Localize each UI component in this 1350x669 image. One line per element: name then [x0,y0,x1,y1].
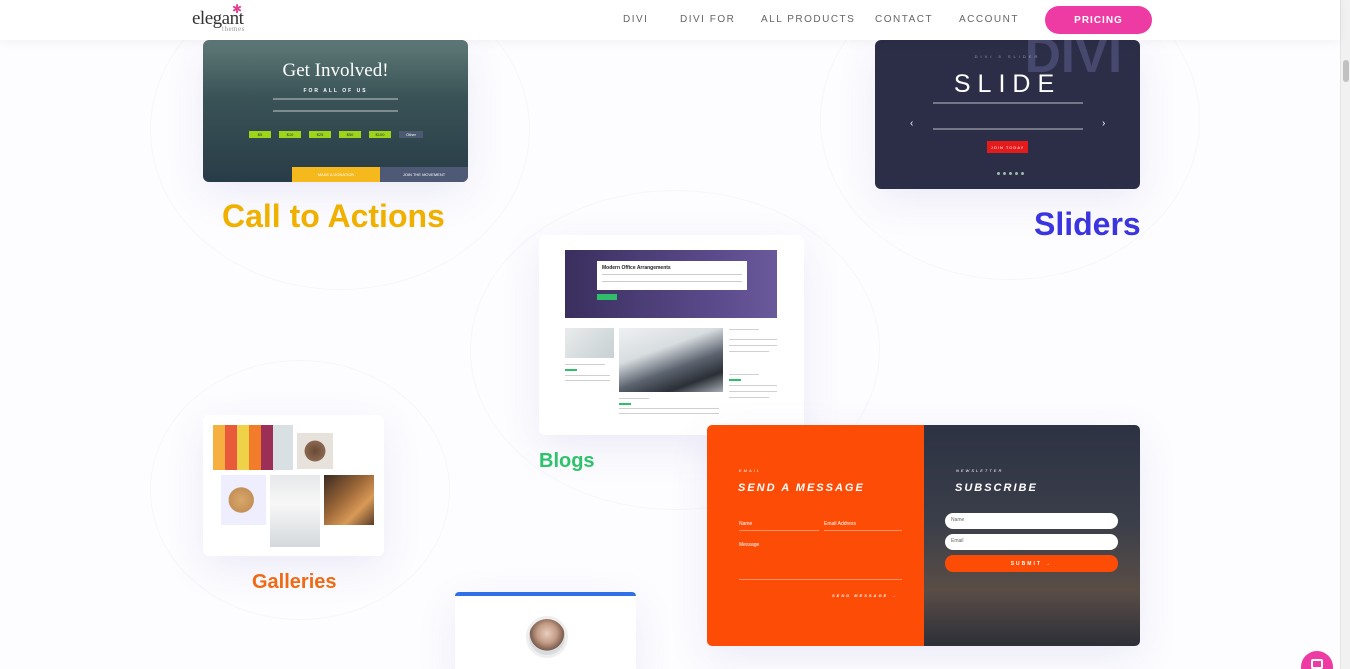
blog-preview-card[interactable]: Modern Office Arrangements [539,235,804,435]
page: elegant ✱ themes DIVI DIVI FOR ALL PRODU… [0,0,1350,669]
cta-join-bar: JOIN THE MOVEMENT [380,167,468,182]
contact-preview-card[interactable]: EMAIL SEND A MESSAGE Name Email Address … [707,425,1140,646]
avatar [526,616,568,658]
blog-thumbnail [565,328,614,358]
slider-kicker: DIVI 5 SLIDER [974,54,1041,59]
gallery-section-label[interactable]: Galleries [252,571,337,594]
blog-text-line [565,380,610,381]
cta-chip: $5 [249,131,271,138]
contact-name-field: Name [739,521,819,531]
logo-subtext: themes [222,25,245,33]
blog-hero-title: Modern Office Arrangements [602,265,671,271]
blog-hero-box: Modern Office Arrangements [597,261,747,290]
blog-text-line [619,408,719,409]
slider-preview-card[interactable]: DIVI DIVI 5 SLIDER SLIDE ‹ › JOIN TODAY [875,40,1140,189]
gallery-preview-card[interactable] [203,415,384,556]
gallery-bread-image [324,475,374,525]
slider-dots [997,172,1024,175]
slider-title: SLIDE [953,70,1062,98]
contact-message-field: Message [739,542,902,580]
contact-kicker: EMAIL [739,468,762,473]
slider-prev-icon: ‹ [910,118,914,129]
blog-date-line [729,379,741,381]
blog-hero-button [597,294,617,300]
cta-chip: $100 [369,131,391,138]
cta-subtitle: FOR ALL OF US [303,88,368,94]
contact-email-field: Email Address [824,521,902,531]
contact-title: SEND A MESSAGE [738,482,865,494]
chat-icon [1311,659,1323,669]
cta-section-label[interactable]: Call to Actions [222,198,445,235]
gallery-milk-image [270,475,320,547]
blog-section-label[interactable]: Blogs [539,450,595,473]
slider-section-label[interactable]: Sliders [1034,206,1141,243]
logo-star-icon: ✱ [232,2,242,16]
slider-body-lines [933,102,1083,130]
nav-contact[interactable]: CONTACT [875,14,933,25]
cta-preview-card[interactable]: Get Involved! FOR ALL OF US $5 $10 $25 $… [203,40,468,182]
blog-text-line [729,397,769,398]
gallery-donut-image [221,475,266,525]
blog-text-line [729,339,777,340]
gallery-coffee-image [297,433,333,469]
subscribe-kicker: NEWSLETTER [956,468,1004,473]
cta-chip: $10 [279,131,301,138]
blog-text-line [729,391,777,392]
slider-join-button: JOIN TODAY [987,141,1028,153]
slider-next-icon: › [1102,118,1106,129]
nav-all-products[interactable]: ALL PRODUCTS [761,14,855,25]
subscribe-submit-button: SUBMIT → [945,555,1118,572]
cta-chips: $5 $10 $25 $50 $100 Other [249,131,423,138]
blog-laptop-image [619,328,723,392]
cta-chip: Other [399,131,423,138]
blog-text-line [729,385,777,386]
nav-account[interactable]: ACCOUNT [959,14,1019,25]
contact-panel: EMAIL SEND A MESSAGE Name Email Address … [707,425,924,646]
blog-text-line [729,345,777,346]
subscribe-name-input: Name [945,513,1118,529]
cta-chip: $25 [309,131,331,138]
contact-send-link: SEND MESSAGE → [832,593,898,598]
site-header: elegant ✱ themes DIVI DIVI FOR ALL PRODU… [0,0,1340,40]
scrollbar[interactable] [1340,0,1350,669]
subscribe-email-input: Email [945,534,1118,550]
cta-title: Get Involved! [282,60,389,81]
nav-divi-for[interactable]: DIVI FOR [680,14,735,25]
blog-text-line [729,351,769,352]
blog-text-line [565,375,610,376]
blog-date-line [619,403,631,405]
blog-hero: Modern Office Arrangements [565,250,777,318]
chat-launcher-button[interactable] [1301,651,1333,669]
cta-chip: $50 [339,131,361,138]
blog-text-line [619,413,719,414]
cta-donate-bar: MAKE A DONATION [292,167,380,182]
subscribe-title: SUBSCRIBE [955,482,1038,494]
nav-divi[interactable]: DIVI [623,14,648,25]
blog-text-line [565,364,605,365]
blog-date-line [565,369,577,371]
cta-body-lines [273,98,398,112]
blog-text-line [729,374,759,375]
testimonial-preview-card[interactable] [455,592,636,669]
blog-text-line [619,398,649,399]
pricing-button[interactable]: PRICING [1045,6,1152,34]
logo[interactable]: elegant ✱ themes [192,2,245,33]
scrollbar-thumb[interactable] [1343,60,1349,82]
gallery-juice-image [213,425,293,470]
blog-text-line [729,329,759,330]
